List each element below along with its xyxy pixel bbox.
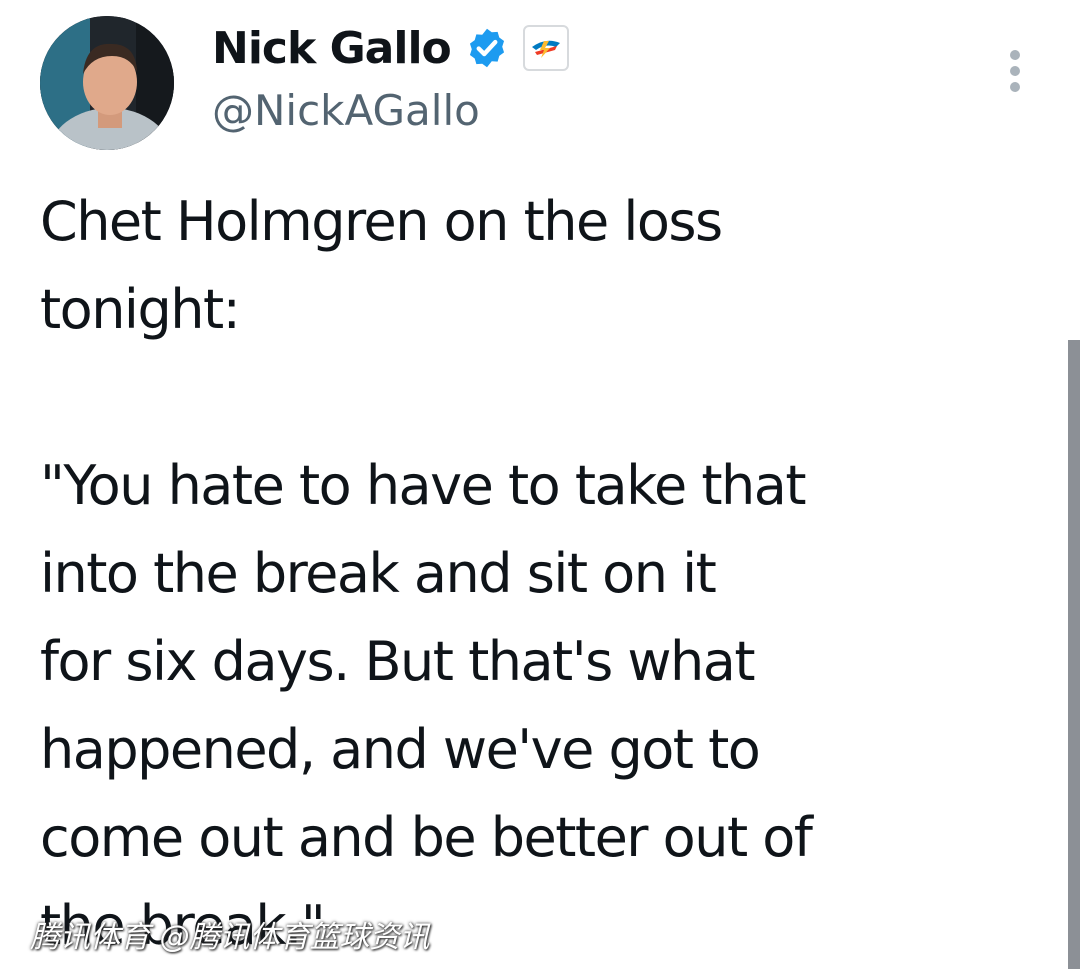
more-options-icon[interactable]	[1000, 46, 1030, 96]
affiliate-badge[interactable]	[522, 25, 569, 71]
scrollbar[interactable]	[1068, 340, 1080, 969]
tweet-text: Chet Holmgren on the loss tonight: "You …	[40, 190, 813, 957]
more-dot	[1010, 50, 1020, 60]
avatar-photo	[40, 16, 174, 150]
okc-thunder-logo-icon	[531, 40, 560, 58]
more-dot	[1010, 66, 1020, 76]
display-name[interactable]: Nick Gallo	[212, 23, 452, 74]
watermark: 腾讯体育 @腾讯体育篮球资讯	[30, 920, 430, 955]
avatar[interactable]	[40, 16, 174, 150]
tweet-card: Nick Gallo @NickAGallo Chet Holmgren on …	[0, 0, 1080, 969]
more-dot	[1010, 82, 1020, 92]
verified-badge-icon	[469, 28, 504, 68]
name-row: Nick Gallo	[212, 18, 569, 78]
user-handle[interactable]: @NickAGallo	[212, 86, 480, 135]
